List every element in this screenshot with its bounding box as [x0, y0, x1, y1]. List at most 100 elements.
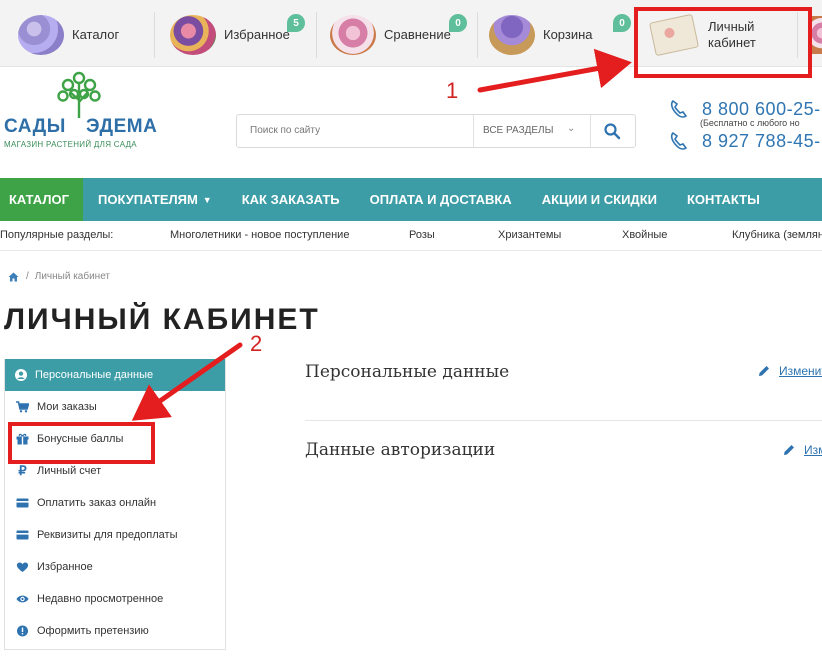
account-sidebar: Персональные данные Мои заказы Бонусные …: [4, 359, 226, 650]
nav-promotions[interactable]: АКЦИИ И СКИДКИ: [527, 178, 672, 221]
heart-icon: [16, 562, 29, 572]
page-title: ЛИЧНЫЙ КАБИНЕТ: [4, 303, 320, 336]
favorites-count-badge: 5: [287, 14, 305, 32]
user-circle-icon: [15, 369, 27, 381]
search-bar: Поиск по сайту ВСЕ РАЗДЕЛЫ ⌄: [236, 114, 636, 148]
nav-how-to-order[interactable]: КАК ЗАКАЗАТЬ: [227, 178, 355, 221]
logo-tagline: МАГАЗИН РАСТЕНИЙ ДЛЯ САДА: [4, 140, 137, 149]
eye-icon: [16, 595, 29, 603]
sidebar-item-prepayment-details[interactable]: Реквизиты для предоплаты: [5, 519, 225, 551]
section-title-personal-data: Персональные данные: [305, 362, 510, 382]
sidebar-item-personal-data[interactable]: Персональные данные: [5, 359, 225, 391]
credit-card-icon: [16, 498, 29, 508]
search-input[interactable]: Поиск по сайту: [250, 125, 320, 136]
edit-personal-data-link[interactable]: Изменит: [758, 364, 822, 378]
favorites-flower-icon: [170, 15, 216, 55]
popular-link[interactable]: Многолетники - новое поступление: [170, 229, 349, 241]
popular-link[interactable]: Хвойные: [622, 229, 667, 241]
breadcrumb-separator: /: [26, 271, 29, 282]
credit-card-icon: [16, 530, 29, 540]
site-logo[interactable]: САДЫ ЭДЕМА МАГАЗИН РАСТЕНИЙ ДЛЯ САДА: [4, 70, 159, 152]
cart-icon: [16, 401, 29, 413]
top-item-catalog[interactable]: Каталог: [18, 9, 119, 61]
section-select[interactable]: ВСЕ РАЗДЕЛЫ: [483, 125, 553, 136]
sidebar-item-claim[interactable]: Оформить претензию: [5, 615, 225, 647]
pencil-icon: [784, 445, 794, 455]
annotation-arrow-1: [477, 48, 632, 93]
divider: [473, 115, 474, 147]
main-nav: КАТАЛОГ ПОКУПАТЕЛЯМ ▼ КАК ЗАКАЗАТЬ ОПЛАТ…: [0, 178, 822, 221]
ruble-icon: ₽: [18, 463, 27, 478]
sidebar-item-label: Оформить претензию: [37, 625, 149, 637]
phone-block: 8 800 600-25- (Бесплатно с любого но 8 9…: [668, 98, 822, 154]
top-item-favorites-label: Избранное: [224, 27, 290, 42]
top-item-cart-label: Корзина: [543, 27, 593, 42]
page: Каталог Избранное 5 Сравнение 0 Корзина …: [0, 0, 822, 669]
exclamation-circle-icon: [17, 625, 28, 637]
sidebar-item-label: Персональные данные: [35, 369, 154, 381]
compare-flower-icon: [330, 15, 376, 55]
sidebar-item-orders[interactable]: Мои заказы: [5, 391, 225, 423]
phone-number-1: 8 800 600-25-: [702, 98, 821, 119]
search-icon[interactable]: [603, 122, 621, 140]
annotation-highlight-account: [634, 7, 812, 78]
nav-catalog[interactable]: КАТАЛОГ: [0, 178, 83, 221]
chevron-down-icon[interactable]: ⌄: [567, 123, 575, 134]
edit-label: Изм: [804, 443, 822, 457]
catalog-flower-icon: [18, 15, 64, 55]
edit-label: Изменит: [779, 364, 822, 378]
phone-row-2[interactable]: 8 927 788-45-: [668, 130, 821, 152]
sidebar-item-favorites[interactable]: Избранное: [5, 551, 225, 583]
phone-number-2: 8 927 788-45-: [702, 130, 821, 151]
compare-count-badge: 0: [449, 14, 467, 32]
sidebar-item-label: Оплатить заказ онлайн: [37, 497, 157, 509]
sidebar-item-label: Реквизиты для предоплаты: [37, 529, 178, 541]
top-item-cart[interactable]: Корзина: [489, 9, 593, 61]
divider: [316, 12, 317, 58]
section-title-auth-data: Данные авторизации: [305, 440, 496, 460]
top-item-favorites[interactable]: Избранное: [170, 9, 290, 61]
sidebar-item-label: Личный счет: [37, 465, 102, 477]
sidebar-item-label: Недавно просмотренное: [37, 593, 164, 605]
divider: [590, 115, 591, 147]
annotation-number-1: 1: [446, 78, 459, 103]
popular-link[interactable]: Розы: [409, 229, 435, 241]
cart-count-badge: 0: [613, 14, 631, 32]
top-item-compare[interactable]: Сравнение: [330, 9, 451, 61]
annotation-number-2: 2: [250, 331, 263, 356]
section-divider: [305, 420, 822, 421]
pencil-icon: [759, 366, 769, 376]
popular-sections: Популярные разделы: Многолетники - новое…: [0, 221, 822, 251]
divider: [154, 12, 155, 58]
logo-brand-right: ЭДЕМА: [86, 116, 158, 137]
logo-brand: САДЫ ЭДЕМА: [4, 116, 159, 138]
home-icon[interactable]: [8, 272, 19, 282]
phone-icon: [670, 131, 688, 150]
popular-link[interactable]: Клубника (землян: [732, 229, 822, 241]
sidebar-item-label: Мои заказы: [37, 401, 97, 413]
tree-logo-icon: [57, 71, 101, 118]
breadcrumb-current: Личный кабинет: [34, 271, 111, 282]
popular-label: Популярные разделы:: [0, 229, 114, 241]
nav-payment-delivery[interactable]: ОПЛАТА И ДОСТАВКА: [355, 178, 527, 221]
edit-auth-data-link[interactable]: Изм: [783, 443, 822, 457]
nav-customers-label: ПОКУПАТЕЛЯМ: [98, 192, 198, 207]
phone-row-1[interactable]: 8 800 600-25-: [668, 98, 821, 120]
annotation-highlight-bonus: [8, 422, 155, 464]
nav-customers[interactable]: ПОКУПАТЕЛЯМ ▼: [83, 178, 227, 221]
top-item-catalog-label: Каталог: [72, 27, 120, 42]
divider: [477, 12, 478, 58]
phone-note: (Бесплатно с любого но: [700, 118, 800, 128]
chevron-down-icon: ▼: [202, 194, 212, 205]
popular-link[interactable]: Хризантемы: [498, 229, 561, 241]
sidebar-item-label: Избранное: [37, 561, 93, 573]
logo-brand-left: САДЫ: [4, 116, 66, 137]
phone-icon: [670, 99, 688, 118]
nav-contacts[interactable]: КОНТАКТЫ: [672, 178, 775, 221]
sidebar-item-pay-online[interactable]: Оплатить заказ онлайн: [5, 487, 225, 519]
cart-basket-icon: [489, 15, 535, 55]
breadcrumb: / Личный кабинет: [8, 271, 110, 282]
next-item-flower-icon: [812, 16, 822, 54]
sidebar-item-recently-viewed[interactable]: Недавно просмотренное: [5, 583, 225, 615]
top-item-compare-label: Сравнение: [384, 27, 451, 42]
